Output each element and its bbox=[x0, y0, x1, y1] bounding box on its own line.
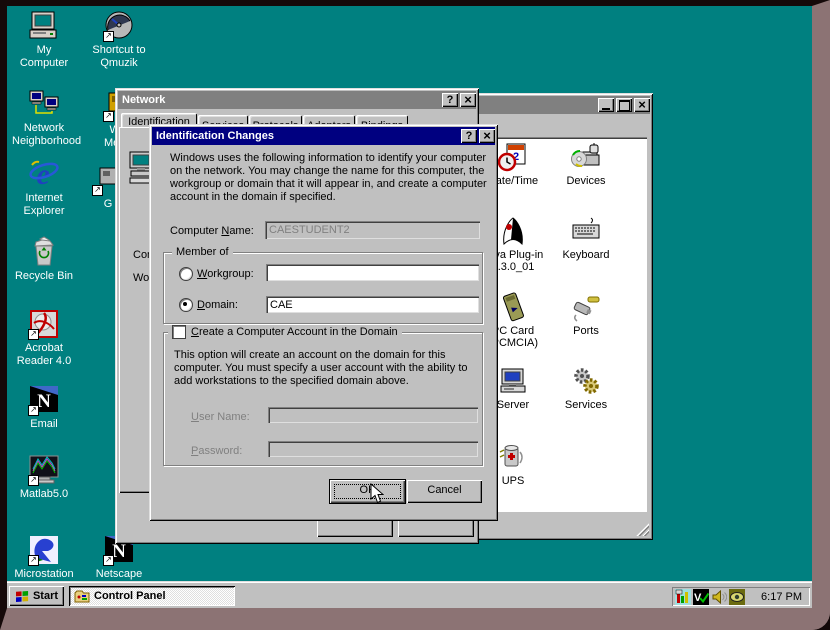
recycle-bin-icon bbox=[28, 236, 60, 268]
create-account-checkbox[interactable] bbox=[172, 325, 186, 339]
shortcut-arrow-icon bbox=[28, 405, 39, 416]
workgroup-label: Workgroup: bbox=[197, 268, 254, 280]
cp-item-devices[interactable]: Devices bbox=[549, 142, 623, 187]
desktop-icon-internet-explorer[interactable]: e Internet Explorer bbox=[12, 158, 76, 218]
account-description: This option will create an account on th… bbox=[174, 349, 476, 388]
create-account-label: Create a Computer Account in the Domain bbox=[191, 326, 398, 338]
windows-logo-icon bbox=[15, 590, 30, 603]
dialog-description: Windows uses the following information t… bbox=[170, 152, 494, 204]
user-name-label: User Name: bbox=[191, 411, 250, 423]
desktop: My Computer Shortcut to Qmuzik Network N… bbox=[7, 6, 812, 608]
domain-radio[interactable] bbox=[179, 298, 193, 312]
control-panel-folder-icon bbox=[74, 589, 90, 603]
cp-item-ports[interactable]: Ports bbox=[549, 292, 623, 337]
close-button[interactable] bbox=[634, 98, 650, 112]
ok-button[interactable]: OK bbox=[330, 480, 405, 503]
task-button-control-panel[interactable]: Control Panel bbox=[69, 586, 235, 606]
ups-icon bbox=[498, 442, 528, 472]
taskbar-clock[interactable]: 6:17 PM bbox=[747, 591, 810, 603]
server-icon bbox=[498, 366, 528, 396]
desktop-icon-acrobat-reader[interactable]: Acrobat Reader 4.0 bbox=[12, 308, 76, 368]
qmuzik-gauge-icon bbox=[103, 10, 135, 42]
shortcut-arrow-icon bbox=[103, 111, 114, 122]
maximize-icon bbox=[619, 100, 630, 111]
member-of-group: Member of Workgroup: Domain: CAE bbox=[163, 252, 483, 324]
system-tray: V 6:17 PM bbox=[672, 587, 810, 606]
desktop-icon-matlab[interactable]: Matlab5.0 bbox=[12, 454, 76, 501]
desktop-icon-recycle-bin[interactable]: Recycle Bin bbox=[12, 236, 76, 283]
workgroup-radio[interactable] bbox=[179, 267, 193, 281]
cancel-button[interactable]: Cancel bbox=[407, 480, 482, 503]
minimize-icon bbox=[602, 108, 610, 110]
virus-scan-tray-icon[interactable]: V bbox=[693, 589, 709, 605]
java-plugin-icon bbox=[498, 216, 528, 246]
focus-rect bbox=[334, 484, 401, 499]
shortcut-arrow-icon bbox=[28, 329, 39, 340]
shortcut-arrow-icon bbox=[28, 555, 39, 566]
password-label: Password: bbox=[191, 445, 242, 457]
radio-selected-dot bbox=[183, 302, 187, 306]
date-time-icon: 2 bbox=[498, 142, 528, 172]
dialog-title: Identification Changes bbox=[156, 130, 274, 142]
keyboard-icon bbox=[571, 216, 601, 246]
ports-icon bbox=[571, 292, 601, 322]
computer-name-label: Computer Name: bbox=[170, 225, 254, 237]
shortcut-arrow-icon bbox=[28, 475, 39, 486]
computer-account-group: Create a Computer Account in the Domain … bbox=[163, 332, 483, 466]
minimize-button[interactable] bbox=[598, 98, 614, 112]
network-titlebar[interactable]: Network bbox=[118, 91, 476, 109]
domain-field[interactable]: CAE bbox=[266, 296, 479, 313]
acrobat-reader-icon bbox=[28, 308, 60, 340]
close-button[interactable] bbox=[460, 93, 476, 107]
resize-grip[interactable] bbox=[636, 523, 649, 536]
desktop-icon-email[interactable]: N Email bbox=[12, 384, 76, 431]
cp-item-services[interactable]: Services bbox=[549, 366, 623, 411]
desktop-icon-qmuzik[interactable]: Shortcut to Qmuzik bbox=[87, 10, 151, 70]
netscape-n-icon: N bbox=[28, 384, 60, 416]
vshield-tray-icon[interactable] bbox=[729, 589, 745, 605]
desktop-icon-microstation[interactable]: Microstation bbox=[12, 534, 76, 581]
internet-explorer-icon: e bbox=[28, 158, 60, 190]
network-neighborhood-icon bbox=[28, 88, 60, 120]
shortcut-arrow-icon bbox=[103, 555, 114, 566]
shortcut-arrow-icon bbox=[103, 31, 114, 42]
scheduler-tray-icon[interactable] bbox=[675, 589, 691, 605]
mouse-cursor bbox=[370, 483, 384, 510]
cp-item-keyboard[interactable]: Keyboard bbox=[549, 216, 623, 261]
workgroup-field[interactable] bbox=[266, 264, 479, 281]
network-title: Network bbox=[122, 94, 165, 106]
devices-icon bbox=[571, 142, 601, 172]
microstation-icon bbox=[28, 534, 60, 566]
taskbar: Start Control Panel V 6:17 PM bbox=[7, 582, 812, 608]
domain-label: Domain: bbox=[197, 299, 238, 311]
dialog-titlebar[interactable]: Identification Changes bbox=[152, 127, 495, 145]
matlab-icon bbox=[28, 454, 60, 486]
desktop-icon-network-neighborhood[interactable]: Network Neighborhood bbox=[12, 88, 76, 148]
password-field[interactable] bbox=[268, 441, 478, 457]
maximize-button[interactable] bbox=[616, 98, 632, 112]
shortcut-arrow-icon bbox=[92, 185, 103, 196]
desktop-icon-my-computer[interactable]: My Computer bbox=[12, 10, 76, 70]
member-of-legend: Member of bbox=[172, 246, 233, 258]
identification-changes-dialog: Identification Changes Windows uses the … bbox=[149, 124, 498, 521]
help-button[interactable] bbox=[442, 93, 458, 107]
computer-name-field[interactable]: CAESTUDENT2 bbox=[265, 221, 480, 239]
pc-card-icon bbox=[498, 292, 528, 322]
volume-tray-icon[interactable] bbox=[711, 589, 727, 605]
svg-text:N: N bbox=[37, 391, 51, 412]
help-button[interactable] bbox=[461, 129, 477, 143]
start-button[interactable]: Start bbox=[9, 586, 64, 606]
svg-text:N: N bbox=[112, 541, 126, 562]
services-icon bbox=[571, 366, 601, 396]
my-computer-icon bbox=[28, 10, 60, 42]
close-button[interactable] bbox=[479, 129, 495, 143]
user-name-field[interactable] bbox=[268, 407, 478, 423]
